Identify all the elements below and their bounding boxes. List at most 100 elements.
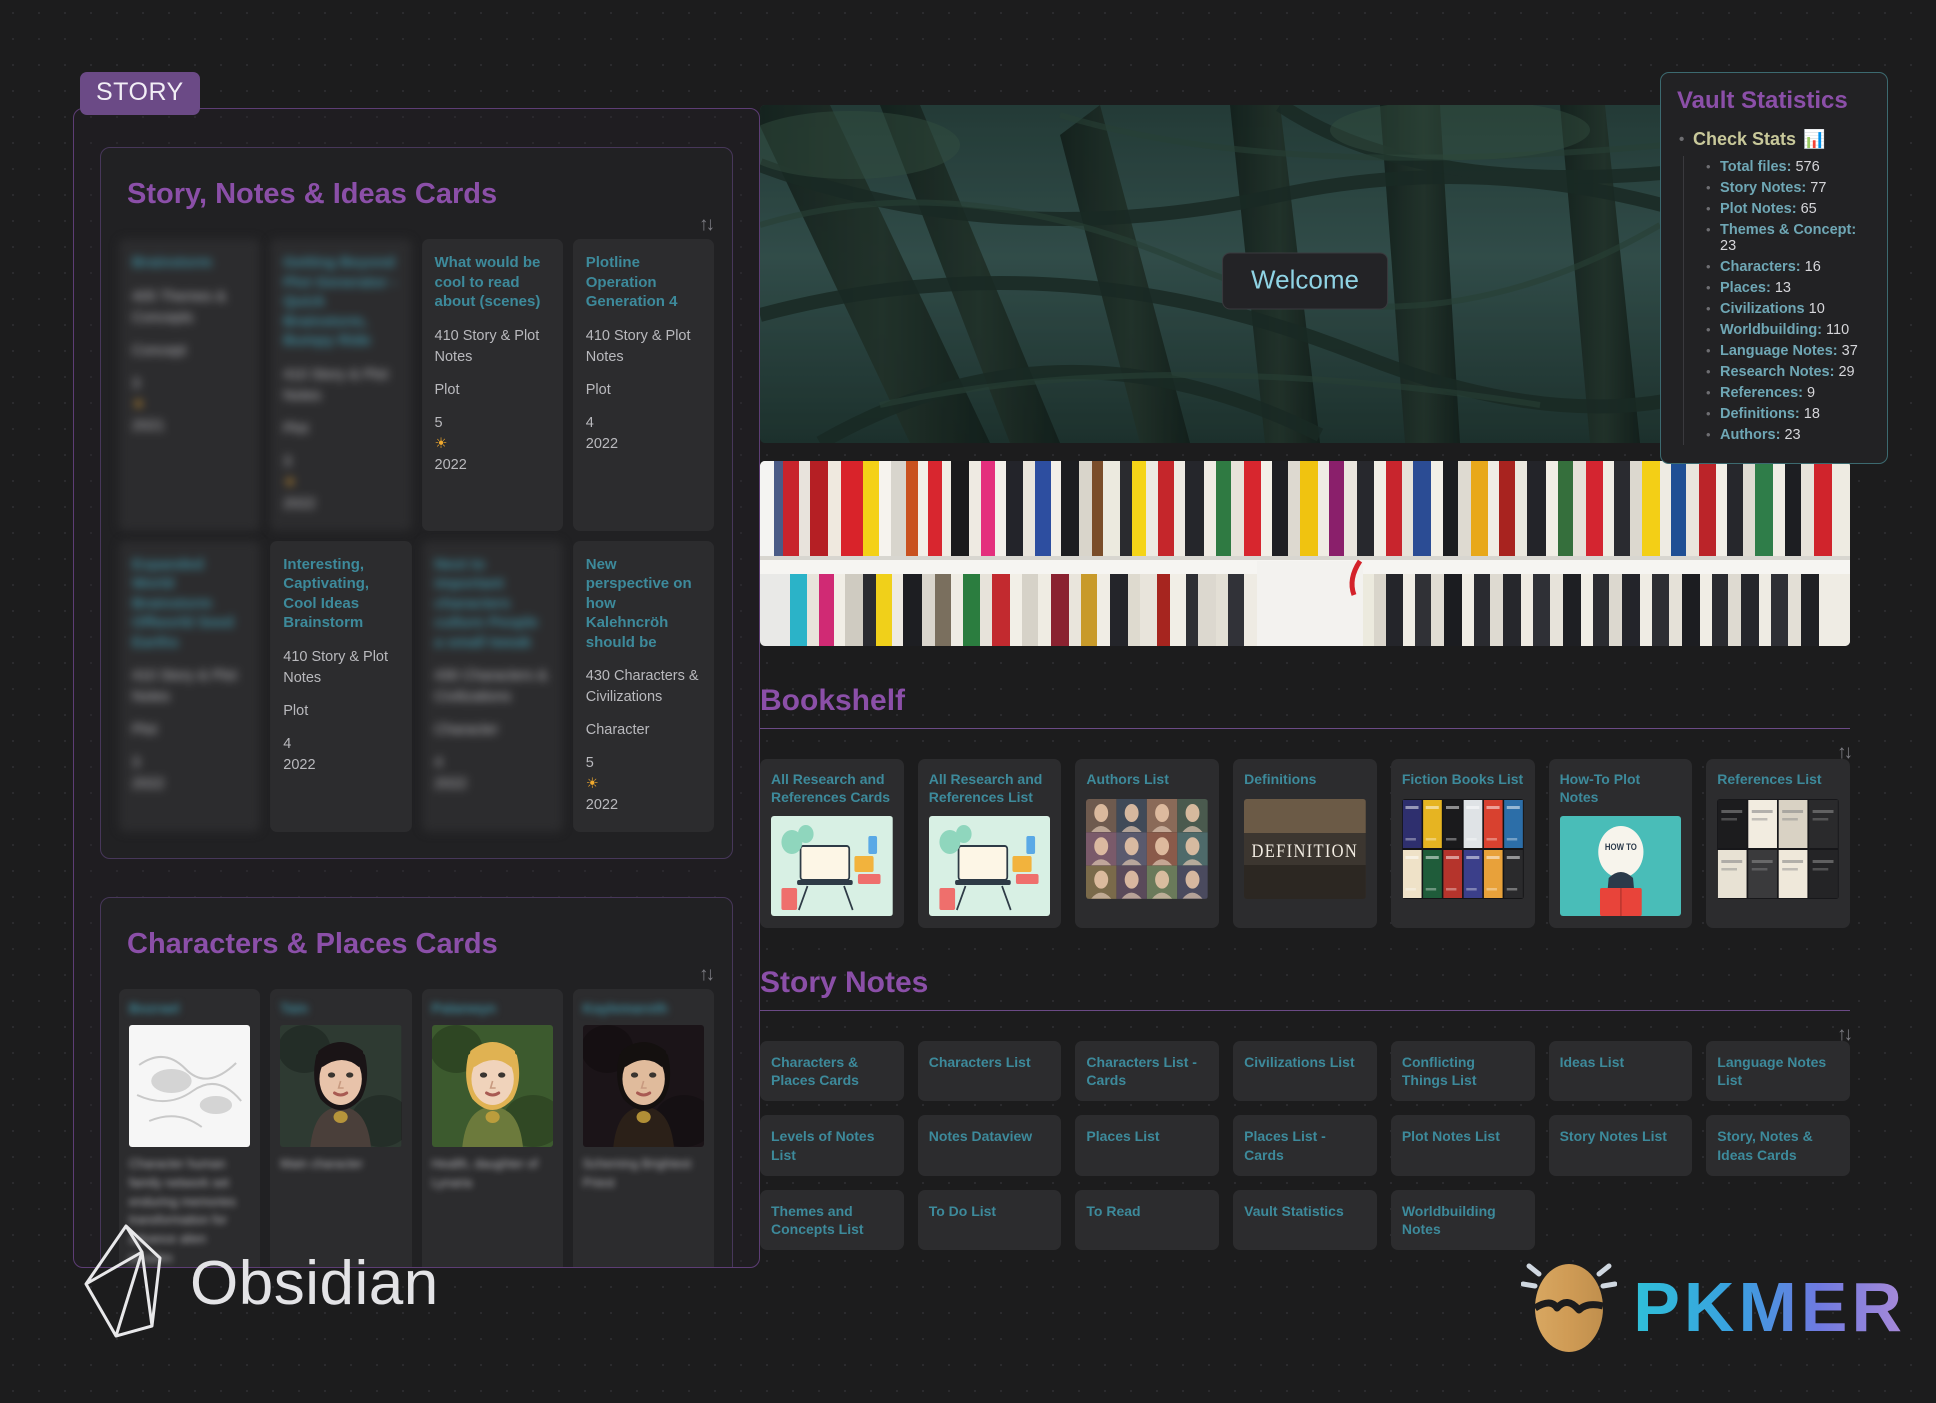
story-notes-tile[interactable]: To Do List (917, 1189, 1062, 1251)
story-notes-tile[interactable]: Language Notes List (1706, 1041, 1850, 1102)
story-note-card[interactable]: Expanded World Brainstorm Offworld Seed … (119, 540, 261, 833)
welcome-button[interactable]: Welcome (1222, 252, 1388, 310)
story-note-card[interactable]: Getting Beyond Plot Generator - Quick Br… (270, 239, 412, 531)
story-notes-tile[interactable]: Story Notes List (1548, 1115, 1693, 1176)
story-notes-tile[interactable]: Vault Statistics (1233, 1189, 1377, 1251)
character-card-title: Bozrael (129, 1000, 180, 1017)
vault-statistics-title: Vault Statistics (1677, 87, 1848, 114)
character-card-title: Kaylemaroth (582, 1000, 668, 1017)
bookshelf-tile[interactable]: Fiction Books List (1390, 759, 1535, 928)
note-card-title: What would be cool to read about (scenes… (434, 254, 541, 310)
bookshelf-tile-title: References List (1717, 771, 1822, 787)
statistic-key: Civilizations (1720, 300, 1805, 317)
left-panel: Story, Notes & Ideas Cards ↑↓ Brainstorm… (73, 108, 760, 1268)
bookshelf-tile-thumbnail (771, 816, 893, 916)
story-note-card[interactable]: What would be cool to read about (scenes… (421, 239, 563, 531)
story-notes-tile[interactable]: Story, Notes & Ideas Cards (1706, 1115, 1850, 1176)
character-portrait (582, 1025, 704, 1148)
sort-icon[interactable]: ↑↓ (699, 964, 715, 986)
bookshelf-tile[interactable]: References List (1706, 759, 1850, 928)
story-notes-tile[interactable]: Places List - Cards (1233, 1115, 1377, 1176)
story-note-card[interactable]: Plotline Operation Generation 4 410 Story… (572, 239, 714, 531)
bookshelf-tile-thumbnail: HOW TO (1559, 816, 1682, 916)
story-notes-tile[interactable]: Places List (1075, 1115, 1220, 1176)
statistic-key: Research Notes: (1720, 363, 1835, 380)
story-notes-tile-title: Vault Statistics (1244, 1202, 1344, 1219)
note-card-path: 405 Themes & Concepts (132, 288, 227, 326)
story-tag[interactable]: STORY (80, 72, 200, 115)
note-card-kind: Plot (283, 420, 309, 437)
statistic-value: 29 (1838, 363, 1855, 380)
story-notes-tile[interactable]: Characters List - Cards (1075, 1041, 1220, 1102)
vault-statistic-item: Worldbuilding: 110 (1706, 319, 1871, 340)
pkmer-wordmark: PKMER (1633, 1267, 1906, 1346)
bookshelf-banner-image (760, 461, 1850, 646)
check-stats-label: Check Stats (1693, 129, 1797, 149)
bookshelf-section-title: Bookshelf (760, 684, 906, 717)
bookshelf-tile-thumbnail (1086, 798, 1209, 899)
story-note-card[interactable]: Next to important characters culture Peo… (421, 540, 563, 833)
characters-places-card-group: Characters & Places Cards ↑↓ Bozrael Char… (100, 897, 733, 1267)
note-card-title: Interesting, Captivating, Cool Ideas Bra… (283, 555, 370, 632)
statistic-key: Characters: (1720, 258, 1801, 275)
character-card-title: Palanwyn (431, 1000, 497, 1017)
character-card[interactable]: Kaylemaroth Scheming Brightest Priest (572, 989, 714, 1267)
sort-icon[interactable]: ↑↓ (699, 214, 715, 236)
story-notes-tile[interactable]: To Read (1075, 1189, 1220, 1251)
story-notes-tile[interactable]: Notes Dataview (917, 1115, 1062, 1176)
bookshelf-tile[interactable]: Authors List (1075, 759, 1220, 928)
note-card-title: Next to important characters culture Peo… (434, 555, 538, 651)
story-note-card[interactable]: Brainstorm 405 Themes & Concepts Concept 3 ☀… (119, 239, 261, 531)
story-notes-tile[interactable]: Characters & Places Cards (760, 1041, 904, 1102)
story-notes-tile[interactable]: Levels of Notes List (760, 1115, 904, 1176)
statistic-key: References: (1720, 384, 1804, 401)
bookshelf-section: Bookshelf ↑↓ All Research and References… (760, 684, 1860, 928)
character-card[interactable]: Palanwyn Health, daughter of Lynaria (421, 989, 563, 1267)
story-cards-grid: Brainstorm 405 Themes & Concepts Concept 3 ☀… (119, 239, 714, 833)
statistic-value: 18 (1803, 405, 1820, 422)
bookshelf-tile[interactable]: All Research and References Cards (760, 759, 904, 928)
vault-statistic-item: Authors: 23 (1706, 424, 1871, 445)
story-note-card[interactable]: Interesting, Captivating, Cool Ideas Bra… (270, 540, 412, 833)
note-card-meta: 3 ☀ 2022 (283, 453, 316, 512)
note-card-kind: Plot (585, 381, 611, 398)
story-notes-tile[interactable]: Conflicting Things List (1390, 1041, 1535, 1102)
sort-icon[interactable]: ↑↓ (1837, 1024, 1853, 1046)
note-card-title: New perspective on how Kalehncröh should… (585, 555, 692, 651)
note-card-kind: Character (585, 722, 650, 739)
story-notes-section: Story Notes ↑↓ Characters & Places Cards… (760, 966, 1860, 1251)
bookshelf-tile-thumbnail (1717, 798, 1839, 899)
vault-statistic-item: References: 9 (1706, 382, 1871, 403)
statistic-value: 37 (1841, 342, 1858, 359)
bookshelf-tile-title: How-To Plot Notes (1559, 771, 1641, 805)
vault-statistic-item: Total files: 576 (1706, 156, 1871, 177)
story-notes-tile[interactable]: Characters List (917, 1041, 1062, 1102)
story-notes-tile[interactable]: Themes and Concepts List (760, 1189, 904, 1251)
story-notes-tile[interactable]: Ideas List (1548, 1041, 1693, 1102)
vault-statistic-item: Themes & Concept: 23 (1706, 219, 1871, 256)
story-notes-tile-title: Ideas List (1559, 1054, 1625, 1070)
story-notes-tile[interactable]: Civilizations List (1233, 1041, 1377, 1102)
story-notes-tile-title: Characters List (928, 1054, 1031, 1070)
bookshelf-tile[interactable]: How-To Plot Notes HOW TO (1548, 759, 1693, 928)
story-notes-tile-title: Language Notes List (1717, 1054, 1827, 1089)
story-notes-tile[interactable]: Plot Notes List (1390, 1115, 1535, 1176)
bookshelf-tile[interactable]: Definitions DEFINITION (1233, 759, 1377, 928)
sort-icon[interactable]: ↑↓ (1837, 742, 1853, 764)
note-card-path: 430 Characters & Civilizations (434, 668, 548, 706)
note-card-path: 430 Characters & Civilizations (585, 668, 699, 706)
story-notes-tile-title: Notes Dataview (928, 1128, 1033, 1145)
statistic-value: 576 (1795, 158, 1820, 175)
character-card-caption: Main character (280, 1157, 363, 1172)
story-notes-tile-grid: Characters & Places Cards Characters List… (760, 1041, 1850, 1251)
story-notes-tile[interactable]: Worldbuilding Notes (1390, 1189, 1535, 1251)
statistic-value: 110 (1826, 321, 1850, 338)
statistic-value: 65 (1800, 200, 1817, 217)
bookshelf-tile[interactable]: All Research and References List (917, 759, 1062, 928)
group-title-story-notes-ideas: Story, Notes & Ideas Cards (127, 178, 498, 210)
story-notes-tile-title: To Read (1086, 1202, 1141, 1219)
check-stats-row[interactable]: Check Stats 📊 (1677, 129, 1871, 150)
obsidian-logo-icon (82, 1222, 168, 1345)
bookshelf-tile-title: All Research and References Cards (771, 771, 891, 805)
story-note-card[interactable]: New perspective on how Kalehncröh should… (572, 540, 714, 833)
